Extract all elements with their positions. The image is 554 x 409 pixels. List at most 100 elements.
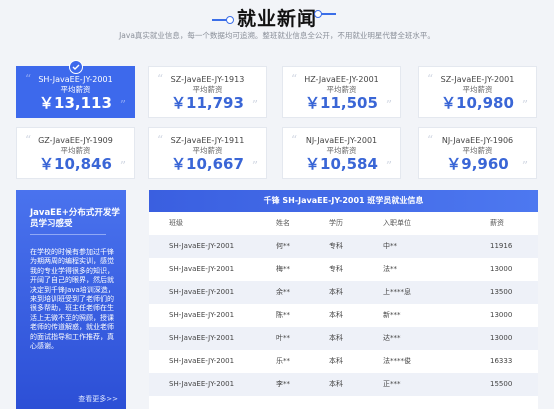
cell-company: 法** — [383, 265, 397, 273]
class-card-nj-2001[interactable]: “ NJ-JavaEE-JY-2001 平均薪资 ￥10,584 ” — [282, 127, 401, 179]
quote-close-icon: ” — [251, 98, 258, 112]
quote-close-icon: ” — [385, 98, 392, 112]
card-salary-label: 平均薪资 — [192, 85, 223, 94]
cell-class: SH-JavaEE-JY-2001 — [169, 242, 235, 250]
card-class-name: SZ-JavaEE-JY-1913 — [170, 75, 245, 84]
quote-open-icon: “ — [291, 72, 298, 86]
quote-close-icon: ” — [119, 98, 126, 112]
cell-name: 李** — [276, 380, 290, 388]
cell-name: 梅** — [276, 265, 290, 273]
quote-open-icon: “ — [25, 133, 32, 147]
class-card-sz-2001[interactable]: “ SZ-JavaEE-JY-2001 平均薪资 ￥10,980 ” — [418, 66, 537, 118]
card-class-name: SZ-JavaEE-JY-1911 — [170, 136, 245, 145]
card-class-name: GZ-JavaEE-JY-1909 — [38, 136, 113, 145]
card-salary-value: ￥11,505 — [305, 94, 378, 112]
quote-close-icon: ” — [385, 159, 392, 173]
card-class-name: HZ-JavaEE-JY-2001 — [304, 75, 379, 84]
cell-salary: 13000 — [490, 311, 513, 319]
cell-company: 新*** — [383, 311, 401, 319]
divider — [30, 234, 106, 235]
class-card-gz-1909[interactable]: “ GZ-JavaEE-JY-1909 平均薪资 ￥10,846 ” — [16, 127, 135, 179]
cell-salary: 15500 — [490, 380, 513, 388]
cell-company: 达*** — [383, 334, 401, 342]
card-salary-value: ￥13,113 — [39, 94, 112, 112]
card-salary-label: 平均薪资 — [60, 85, 91, 94]
section-subtitle: Java真实就业信息，每一个数据均可追溯。整班就业信息全公开，不用就业明星代替全… — [119, 31, 435, 40]
cell-salary: 16333 — [490, 357, 513, 365]
cell-class: SH-JavaEE-JY-2001 — [169, 357, 235, 365]
section-header: 就业新闻 — [0, 4, 554, 30]
cell-name: 乐** — [276, 357, 290, 365]
column-header-class: 班级 — [169, 219, 183, 227]
cell-company: 正*** — [383, 380, 401, 388]
quote-open-icon: “ — [427, 133, 434, 147]
card-salary-label: 平均薪资 — [462, 146, 493, 155]
table-row: SH-JavaEE-JY-2001 叶** 本科 达*** 13000 — [149, 327, 538, 350]
table-row: SH-JavaEE-JY-2001 梅** 专科 法** 13000 — [149, 258, 538, 281]
testimonial-title: JavaEE+分布式开发学员学习感受 — [30, 208, 120, 229]
cell-name: 余** — [276, 288, 290, 296]
table-row: SH-JavaEE-JY-2001 乐** 本科 法****俊 16333 — [149, 350, 538, 373]
card-class-name: NJ-JavaEE-JY-2001 — [305, 136, 378, 145]
class-card-sh-2001[interactable]: “ SH-JavaEE-JY-2001 平均薪资 ￥13,113 ” — [16, 60, 135, 118]
cell-education: 专科 — [329, 265, 343, 273]
cell-education: 本科 — [329, 311, 343, 319]
card-salary-value: ￥10,667 — [171, 155, 244, 173]
table-row: SH-JavaEE-JY-2001 李** 本科 正*** 15500 — [149, 373, 538, 396]
testimonial-panel: JavaEE+分布式开发学员学习感受 在学校的时候有参加过千锋为期两周的编程实训… — [16, 190, 126, 409]
quote-close-icon: ” — [251, 159, 258, 173]
testimonial-text: 在学校的时候有参加过千锋为期两周的编程实训，感觉我的专业学得很多的知识，开阔了自… — [30, 248, 115, 351]
cell-salary: 13000 — [490, 265, 513, 273]
cell-education: 本科 — [329, 357, 343, 365]
cell-class: SH-JavaEE-JY-2001 — [169, 380, 235, 388]
class-card-sz-1913[interactable]: “ SZ-JavaEE-JY-1913 平均薪资 ￥11,793 ” — [148, 66, 267, 118]
cell-salary: 13500 — [490, 288, 513, 296]
table-row: SH-JavaEE-JY-2001 陈** 本科 新*** 13000 — [149, 304, 538, 327]
table-row: SH-JavaEE-JY-2001 何** 专科 中** 11916 — [149, 235, 538, 258]
card-salary-value: ￥11,793 — [171, 94, 244, 112]
class-card-hz-2001[interactable]: “ HZ-JavaEE-JY-2001 平均薪资 ￥11,505 ” — [282, 66, 401, 118]
cell-name: 何** — [276, 242, 290, 250]
quote-open-icon: “ — [427, 72, 434, 86]
cell-education: 本科 — [329, 380, 343, 388]
column-header-education: 学历 — [329, 219, 343, 227]
cell-salary: 11916 — [490, 242, 513, 250]
cell-education: 专科 — [329, 242, 343, 250]
class-card-sz-1911[interactable]: “ SZ-JavaEE-JY-1911 平均薪资 ￥10,667 ” — [148, 127, 267, 179]
card-salary-label: 平均薪资 — [326, 85, 357, 94]
cell-company: 中** — [383, 242, 397, 250]
quote-open-icon: “ — [157, 72, 164, 86]
card-salary-label: 平均薪资 — [462, 85, 493, 94]
view-more-link[interactable]: 查看更多>> — [78, 394, 118, 404]
cell-name: 叶** — [276, 334, 290, 342]
cell-class: SH-JavaEE-JY-2001 — [169, 334, 235, 342]
quote-open-icon: “ — [291, 133, 298, 147]
employment-table: 千锋 SH-JavaEE-JY-2001 班学员就业信息 班级 姓名 学历 入职… — [149, 190, 538, 409]
card-salary-label: 平均薪资 — [192, 146, 223, 155]
table-row: SH-JavaEE-JY-2001 余** 本科 上****息 13500 — [149, 281, 538, 304]
section-title: 就业新闻 — [236, 8, 317, 30]
class-card-nj-1906[interactable]: “ NJ-JavaEE-JY-1906 平均薪资 ￥9,960 ” — [418, 127, 537, 179]
quote-close-icon: ” — [521, 98, 528, 112]
column-header-name: 姓名 — [276, 219, 290, 227]
card-class-name: SH-JavaEE-JY-2001 — [38, 75, 113, 84]
card-class-name: SZ-JavaEE-JY-2001 — [440, 75, 515, 84]
cell-class: SH-JavaEE-JY-2001 — [169, 311, 235, 319]
table-caption: 千锋 SH-JavaEE-JY-2001 班学员就业信息 — [149, 190, 538, 212]
table-header-row: 班级 姓名 学历 入职单位 薪资 — [149, 212, 538, 235]
card-salary-value: ￥10,980 — [441, 94, 514, 112]
quote-open-icon: “ — [25, 72, 32, 86]
card-salary-value: ￥9,960 — [446, 155, 509, 173]
cell-education: 本科 — [329, 334, 343, 342]
title-decoration-right — [314, 10, 336, 18]
column-header-company: 入职单位 — [383, 219, 411, 227]
cell-name: 陈** — [276, 311, 290, 319]
cell-class: SH-JavaEE-JY-2001 — [169, 288, 235, 296]
quote-close-icon: ” — [521, 159, 528, 173]
cell-education: 本科 — [329, 288, 343, 296]
card-salary-value: ￥10,584 — [305, 155, 378, 173]
card-class-name: NJ-JavaEE-JY-1906 — [441, 136, 514, 145]
cell-salary: 13000 — [490, 334, 513, 342]
quote-close-icon: ” — [119, 159, 126, 173]
cell-company: 法****俊 — [383, 357, 411, 365]
